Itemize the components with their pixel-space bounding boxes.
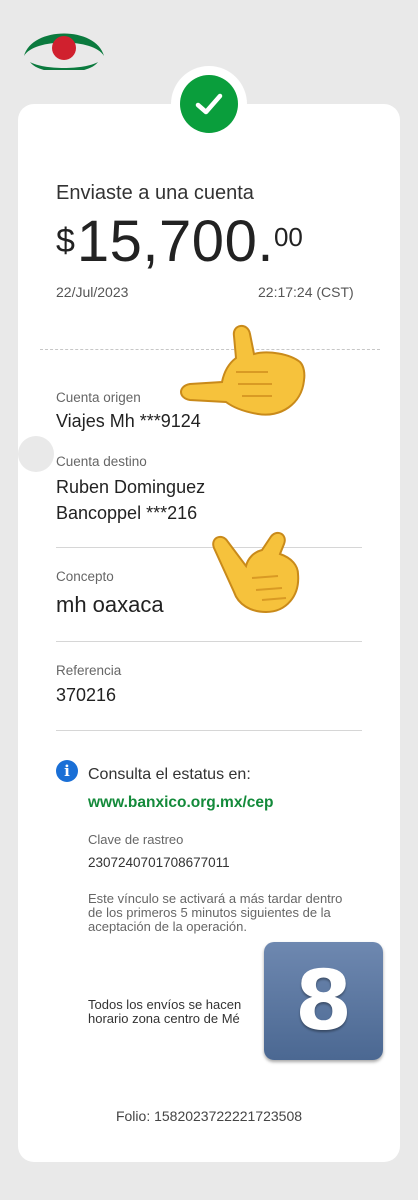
reference-value: 370216 [56,685,117,705]
amount-integer: 15,700. [76,209,274,274]
origin-label: Cuenta origen [56,390,141,405]
number-tile-text: 8 [294,953,353,1049]
status-prompt: Consulta el estatus en: [88,766,251,783]
currency-symbol: $ [56,222,75,260]
concept-value: mh oaxaca [56,592,164,617]
info-icon: i [56,760,78,782]
ticket-notch-left [18,436,54,472]
divider [56,730,362,731]
banxico-link[interactable]: www.banxico.org.mx/cep [88,794,273,812]
transfer-date: 22/Jul/2023 [56,284,129,300]
transfer-time: 22:17:24 (CST) [258,284,354,300]
tracking-key-value: 2307240701708677011 [88,855,230,870]
tracking-key-label: Clave de rastreo [88,832,184,847]
folio-number: Folio: 1582023722221723508 [115,1108,303,1124]
success-badge [171,66,247,142]
number-tile: 8 [264,942,383,1060]
amount-decimals: 00 [273,222,303,252]
transfer-title: Enviaste a una cuenta [56,182,254,204]
destination-label: Cuenta destino [56,454,147,469]
transfer-amount: $ 15,700. 00 [56,210,303,274]
concept-label: Concepto [56,569,114,584]
destination-bank: Bancoppel ***216 [56,503,198,523]
reference-label: Referencia [56,663,122,678]
divider [56,641,362,642]
bank-logo-icon [24,33,104,70]
destination-name: Ruben Dominguez [56,477,206,497]
pointing-hand-icon [180,325,306,416]
ticket-notch-right [400,436,418,472]
activation-note: Este vínculo se activará a más tardar de… [88,891,343,934]
check-icon [180,75,238,133]
